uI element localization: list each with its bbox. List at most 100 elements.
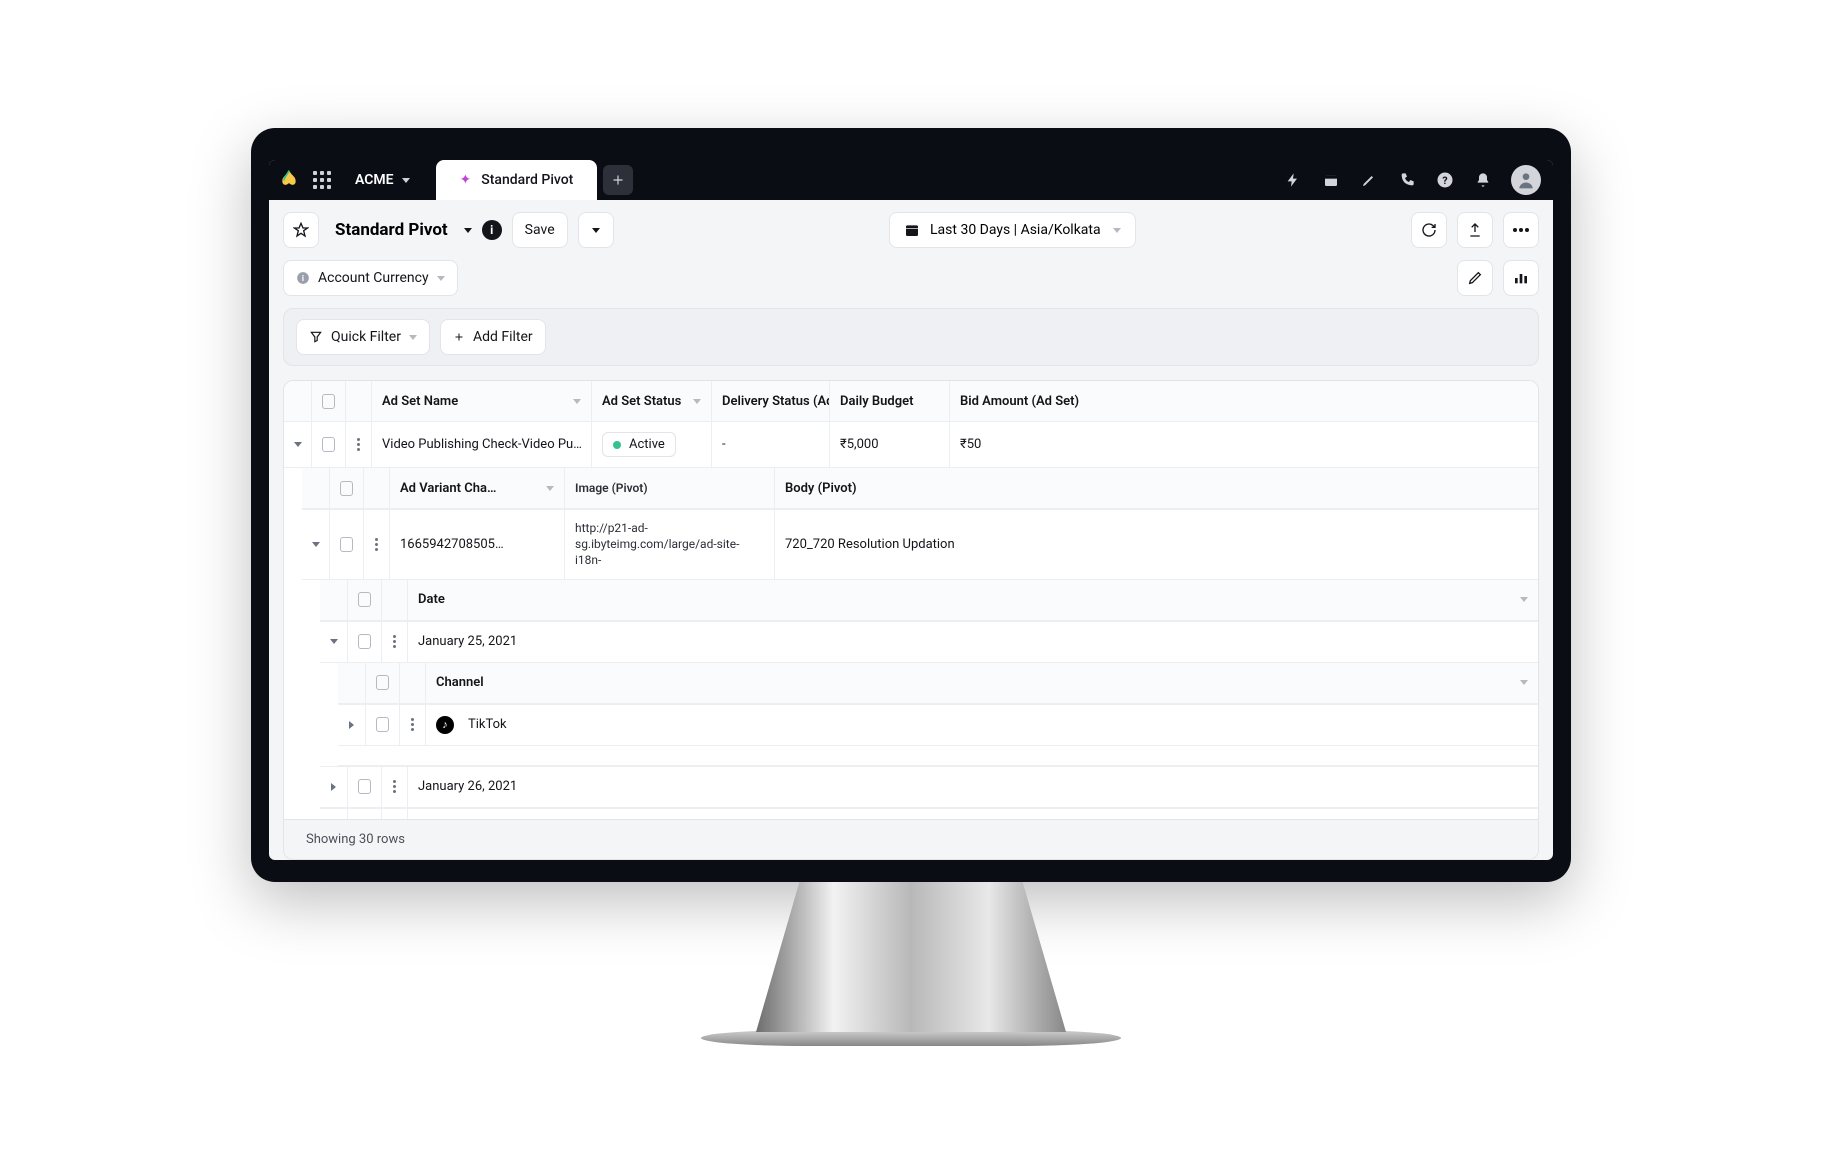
filter-bar: Quick Filter Add Filter xyxy=(283,308,1539,366)
secondary-toolbar: i Account Currency xyxy=(269,260,1553,308)
sort-icon xyxy=(573,399,581,404)
bezel: ACME ✦ Standard Pivot ? xyxy=(251,128,1571,882)
row-checkbox[interactable] xyxy=(348,767,382,807)
date-range-picker[interactable]: Last 30 Days | Asia/Kolkata xyxy=(889,212,1136,248)
edit-icon[interactable] xyxy=(1359,170,1379,190)
chevron-down-icon xyxy=(402,178,410,183)
row-menu[interactable] xyxy=(382,767,408,807)
svg-text:i: i xyxy=(302,273,304,283)
nested-variant: Ad Variant Cha… Image (Pivot) Body (Pivo… xyxy=(284,468,1538,820)
col-adset-status[interactable]: Ad Set Status xyxy=(592,381,712,421)
date-cell: January 25, 2021 xyxy=(408,622,1538,662)
row-checkbox[interactable] xyxy=(312,422,346,467)
app-switcher-icon[interactable] xyxy=(313,171,331,189)
chart-view-button[interactable] xyxy=(1503,260,1539,296)
expand-toggle[interactable] xyxy=(338,705,366,745)
col-variant[interactable]: Ad Variant Cha… xyxy=(390,468,565,508)
adset-name-cell: Video Publishing Check-Video Pu… xyxy=(372,422,592,467)
monitor-frame: ACME ✦ Standard Pivot ? xyxy=(251,128,1571,1046)
table-row: January 26, 2021 xyxy=(320,766,1538,808)
refresh-button[interactable] xyxy=(1411,212,1447,248)
sort-icon xyxy=(1520,597,1528,602)
expand-toggle[interactable] xyxy=(320,809,348,820)
quick-filter-button[interactable]: Quick Filter xyxy=(296,319,430,355)
title-toolbar: Standard Pivot i Save Last 30 Days | Asi… xyxy=(269,200,1553,260)
bid-cell: ₹50 xyxy=(950,422,1538,467)
col-delivery-status[interactable]: Delivery Status (Ad… xyxy=(712,381,830,421)
currency-label: Account Currency xyxy=(318,270,429,286)
select-all-checkbox[interactable] xyxy=(366,663,400,703)
date-label: Last 30 Days | Asia/Kolkata xyxy=(930,222,1101,238)
phone-icon[interactable] xyxy=(1397,170,1417,190)
image-cell: http://p21-ad-sg.ibyteimg.com/large/ad-s… xyxy=(565,510,775,579)
plus-icon xyxy=(453,331,465,343)
variant-header: Ad Variant Cha… Image (Pivot) Body (Pivo… xyxy=(302,468,1538,509)
currency-selector[interactable]: i Account Currency xyxy=(283,260,458,296)
page-title: Standard Pivot xyxy=(329,220,454,240)
row-checkbox[interactable] xyxy=(348,622,382,662)
active-tab[interactable]: ✦ Standard Pivot xyxy=(436,160,598,200)
calendar-icon[interactable] xyxy=(1321,170,1341,190)
tab-label: Standard Pivot xyxy=(481,172,573,188)
quick-filter-label: Quick Filter xyxy=(331,329,401,345)
row-menu[interactable] xyxy=(382,809,408,820)
bolt-icon[interactable] xyxy=(1283,170,1303,190)
monitor-base xyxy=(701,1030,1121,1046)
new-tab-button[interactable] xyxy=(603,165,633,195)
expand-toggle[interactable] xyxy=(320,767,348,807)
col-bid-amount[interactable]: Bid Amount (Ad Set) xyxy=(950,381,1538,421)
edit-view-button[interactable] xyxy=(1457,260,1493,296)
help-icon[interactable]: ? xyxy=(1435,170,1455,190)
row-checkbox[interactable] xyxy=(348,809,382,820)
date-cell: January 26, 2021 xyxy=(408,767,1538,807)
select-all-checkbox[interactable] xyxy=(348,580,382,620)
funnel-icon xyxy=(309,330,323,344)
monitor-stand xyxy=(756,882,1066,1032)
add-filter-label: Add Filter xyxy=(473,329,533,345)
col-image[interactable]: Image (Pivot) xyxy=(565,468,775,508)
table-row: ♪TikTok xyxy=(338,704,1538,746)
top-right-actions: ? xyxy=(1283,165,1541,195)
info-icon[interactable]: i xyxy=(482,220,502,240)
select-all-checkbox[interactable] xyxy=(312,381,346,421)
adset-status-cell: Active xyxy=(592,422,712,467)
row-menu[interactable] xyxy=(400,705,426,745)
col-channel[interactable]: Channel xyxy=(426,663,1538,703)
budget-cell: ₹5,000 xyxy=(830,422,950,467)
chevron-down-icon xyxy=(592,228,600,233)
row-menu[interactable] xyxy=(346,422,372,467)
expand-toggle[interactable] xyxy=(302,510,330,579)
channel-header: Channel xyxy=(338,663,1538,704)
bell-icon[interactable] xyxy=(1473,170,1493,190)
save-dropdown-button[interactable] xyxy=(578,212,614,248)
favorite-button[interactable] xyxy=(283,212,319,248)
row-menu[interactable] xyxy=(382,622,408,662)
date-header: Date xyxy=(320,580,1538,621)
user-avatar[interactable] xyxy=(1511,165,1541,195)
add-filter-button[interactable]: Add Filter xyxy=(440,319,546,355)
save-button[interactable]: Save xyxy=(512,212,568,248)
row-menu[interactable] xyxy=(364,510,390,579)
app-logo-icon xyxy=(279,168,299,192)
col-date[interactable]: Date xyxy=(408,580,1538,620)
body-cell: 720_720 Resolution Updation xyxy=(775,510,1538,579)
export-button[interactable] xyxy=(1457,212,1493,248)
top-bar: ACME ✦ Standard Pivot ? xyxy=(269,160,1553,200)
expand-toggle[interactable] xyxy=(284,422,312,467)
table-row: January 25, 2021 xyxy=(320,621,1538,663)
table-row: Video Publishing Check-Video Pu… Active … xyxy=(284,422,1538,468)
calendar-icon xyxy=(904,222,920,238)
row-checkbox[interactable] xyxy=(366,705,400,745)
org-selector[interactable]: ACME xyxy=(345,168,420,192)
col-adset-name[interactable]: Ad Set Name xyxy=(372,381,592,421)
tiktok-icon: ♪ xyxy=(436,716,454,734)
title-chevron-down-icon[interactable] xyxy=(464,228,472,233)
more-button[interactable] xyxy=(1503,212,1539,248)
table-footer: Showing 30 rows xyxy=(283,820,1539,860)
select-all-checkbox[interactable] xyxy=(330,468,364,508)
row-checkbox[interactable] xyxy=(330,510,364,579)
col-daily-budget[interactable]: Daily Budget xyxy=(830,381,950,421)
expand-toggle[interactable] xyxy=(320,622,348,662)
col-body[interactable]: Body (Pivot) xyxy=(775,468,1538,508)
sort-icon xyxy=(546,486,554,491)
